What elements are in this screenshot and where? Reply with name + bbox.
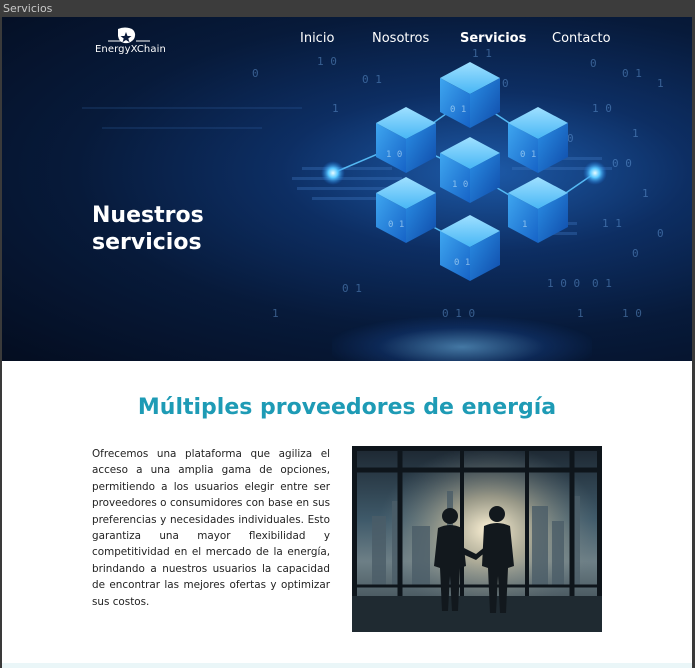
nav-link-servicios[interactable]: Servicios [460,31,526,46]
svg-text:1 0: 1 0 [622,307,642,320]
svg-text:0: 0 [502,77,509,90]
hero-light-glow [332,317,592,361]
svg-text:1: 1 [272,307,279,320]
nav-link-inicio[interactable]: Inicio [300,31,334,46]
svg-text:0 1: 0 1 [592,277,612,290]
svg-text:0: 0 [252,67,259,80]
hero-title-line-1: Nuestros [92,203,204,228]
svg-text:1 0: 1 0 [386,150,402,160]
section-paragraph: Ofrecemos una plataforma que agiliza el … [92,448,330,608]
svg-text:1 0 0: 1 0 0 [547,277,580,290]
svg-text:1: 1 [657,77,664,90]
svg-text:0: 0 [590,57,597,70]
svg-text:1: 1 [522,220,527,230]
svg-text:0 0: 0 0 [612,157,632,170]
svg-text:0 1: 0 1 [362,73,382,86]
svg-text:1: 1 [332,102,339,115]
svg-text:0 1: 0 1 [622,67,642,80]
svg-text:1 0: 1 0 [592,102,612,115]
svg-text:0 1: 0 1 [450,105,466,115]
svg-text:0 1: 0 1 [520,150,536,160]
svg-text:0 1: 0 1 [454,258,470,268]
nav-link-nosotros[interactable]: Nosotros [372,31,429,46]
svg-text:1 1: 1 1 [602,217,622,230]
svg-text:1 0: 1 0 [452,180,468,190]
hero-banner: 1 0 0 1 0 0 1 1 0 1 0 0 1 1 1 0 0 1 1 0 0 1 0 0 0 1… [2,17,692,361]
svg-text:0 1: 0 1 [388,220,404,230]
business-handshake-photo [352,446,602,632]
blockchain-cubes-illustration: 1 0 0 1 0 0 1 1 0 1 0 0 1 1 1 0 0 1 1 0 0 1 0 0 0 1… [82,47,664,320]
main-nav: Inicio Nosotros Servicios Contacto [2,31,692,49]
svg-text:1: 1 [642,187,649,200]
window-title: Servicios [0,0,695,17]
svg-text:1 0: 1 0 [317,55,337,68]
nav-link-contacto[interactable]: Contacto [552,31,611,46]
svg-text:0: 0 [657,227,664,240]
svg-text:1: 1 [632,127,639,140]
page-frame: 1 0 0 1 0 0 1 1 0 1 0 0 1 1 1 0 0 1 1 0 0 1 0 0 0 1… [2,17,692,668]
section-title: Múltiples proveedores de energía [137,395,557,420]
svg-text:0: 0 [632,247,639,260]
hero-title: Nuestros servicios [92,202,242,256]
next-section-edge [2,663,692,668]
svg-text:0 1: 0 1 [342,282,362,295]
hero-title-line-2: servicios [92,230,202,255]
